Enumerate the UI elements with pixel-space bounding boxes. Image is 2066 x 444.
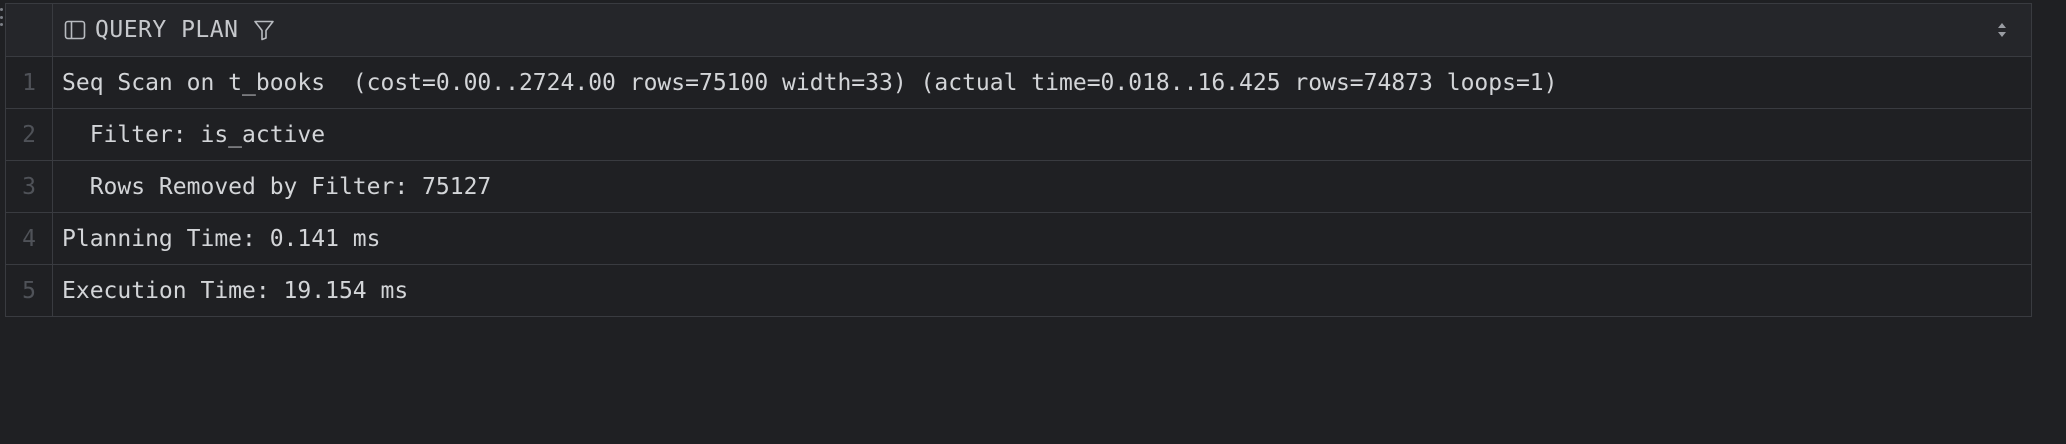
row-number: 1: [5, 56, 53, 109]
query-plan-cell[interactable]: Planning Time: 0.141 ms: [52, 212, 2032, 265]
query-plan-cell[interactable]: Filter: is_active: [52, 108, 2032, 161]
row-number: 5: [5, 264, 53, 317]
header-row: QUERY PLAN: [5, 3, 2032, 57]
column-title: QUERY PLAN: [95, 17, 239, 43]
drag-handle[interactable]: [0, 8, 4, 26]
row-number-header[interactable]: [5, 3, 53, 57]
table-row[interactable]: 3 Rows Removed by Filter: 75127: [5, 160, 2032, 213]
query-plan-cell[interactable]: Execution Time: 19.154 ms: [52, 264, 2032, 317]
table-row[interactable]: 1 Seq Scan on t_books (cost=0.00..2724.0…: [5, 56, 2032, 109]
drag-dot: [0, 8, 3, 11]
query-plan-cell[interactable]: Rows Removed by Filter: 75127: [52, 160, 2032, 213]
table-row[interactable]: 2 Filter: is_active: [5, 108, 2032, 161]
column-header-query-plan[interactable]: QUERY PLAN: [52, 3, 2032, 57]
query-plan-cell[interactable]: Seq Scan on t_books (cost=0.00..2724.00 …: [52, 56, 2032, 109]
column-layout-icon[interactable]: [63, 18, 87, 42]
drag-dot: [0, 23, 3, 26]
filter-icon[interactable]: [252, 18, 276, 42]
table-row[interactable]: 4 Planning Time: 0.141 ms: [5, 212, 2032, 265]
drag-dot: [0, 15, 3, 19]
results-grid: QUERY PLAN 1 Seq Scan on t_books (cost=0…: [5, 3, 2032, 317]
table-row[interactable]: 5 Execution Time: 19.154 ms: [5, 264, 2032, 317]
row-number: 3: [5, 160, 53, 213]
row-number: 2: [5, 108, 53, 161]
sort-updown-icon[interactable]: [1995, 19, 2009, 41]
row-number: 4: [5, 212, 53, 265]
